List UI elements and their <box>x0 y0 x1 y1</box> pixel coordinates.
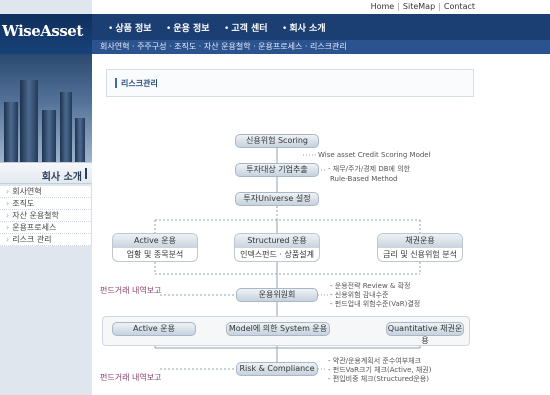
committee-note-3: - 펀드업내 위험수준(VaR)결정 <box>330 300 421 308</box>
compliance-note-3: - 편입비중 체크(Structured운용) <box>328 375 429 383</box>
compliance-note-2: - 펀드VaR크기 체크(Active, 채권) <box>328 366 432 374</box>
card-body: 업황 및 종목분석 <box>126 250 184 259</box>
card-body: 인덱스펀드 · 상품설계 <box>240 250 314 259</box>
compliance-note-1: - 약관/운용계획서 준수여부체크 <box>328 357 422 365</box>
fund-trade-report-label: 펀드거래 내역보고 <box>100 286 162 295</box>
exec-active: Active 운용 <box>112 322 196 336</box>
structured-management-card: Structured 운용 인덱스펀드 · 상품설계 <box>234 233 320 262</box>
active-management-card: Active 운용 업황 및 종목분석 <box>112 233 198 262</box>
card-header: 채권운용 <box>378 234 462 248</box>
step-risk-compliance: Risk & Compliance <box>236 362 318 376</box>
step-credit-scoring: 신용위험 Scoring <box>235 134 319 148</box>
bond-management-card: 채권운용 금리 및 신용위험 분석 <box>377 233 463 262</box>
committee-note-1: - 운용전략 Review & 확정 <box>330 282 411 290</box>
step-investee-extraction: 투자대상 기업추출 <box>235 163 319 177</box>
exec-model-system: Model에 의한 System 운용 <box>226 322 330 336</box>
investee-note-1: - 재무/주가/경제 DB에 의한 <box>328 165 411 173</box>
committee-note-2: - 신용위험 감내수준 <box>330 291 389 299</box>
investee-note-2: Rule-Based Method <box>330 175 398 183</box>
card-header: Active 운용 <box>113 234 197 248</box>
card-body: 금리 및 신용위험 분석 <box>383 250 457 259</box>
scoring-note: Wise asset Credit Scoring Model <box>318 151 431 159</box>
exec-quant-bond: Quantitative 채권운용 <box>386 322 464 345</box>
card-header: Structured 운용 <box>235 234 319 248</box>
fund-trade-report-label: 펀드거래 내역보고 <box>100 373 162 382</box>
step-investment-committee: 운용위원회 <box>236 288 318 302</box>
step-universe-setup: 투자Universe 설정 <box>235 192 319 206</box>
